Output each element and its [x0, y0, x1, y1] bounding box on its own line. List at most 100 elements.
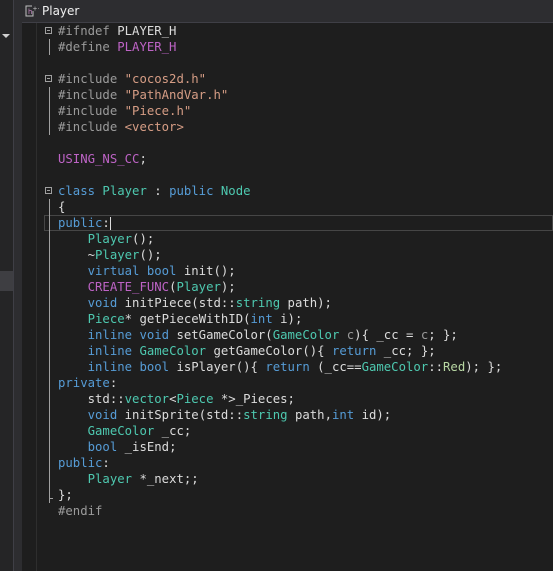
code-line[interactable]: bool _isEnd; [44, 439, 553, 455]
code-token: (); [139, 248, 162, 262]
code-line[interactable]: inline void setGameColor(GameColor c){ _… [44, 327, 553, 343]
code-token: (_cc== [317, 360, 362, 374]
code-line[interactable]: USING_NS_CC; [44, 151, 553, 167]
code-line[interactable]: private: [44, 375, 553, 391]
code-text: #include "Piece.h" [58, 103, 191, 119]
code-text: Player(); [58, 231, 155, 247]
code-text: { [58, 199, 65, 215]
code-token: *_next;; [139, 472, 199, 486]
code-token: class [58, 184, 103, 198]
code-token: }; [58, 488, 73, 502]
code-line[interactable]: Player(); [44, 231, 553, 247]
code-token: "cocos2d.h" [124, 72, 207, 86]
code-token: initSprite(std:: [124, 408, 244, 422]
fold-guide [49, 343, 50, 359]
code-text: Piece* getPieceWithID(int i); [58, 311, 303, 327]
code-line[interactable] [44, 167, 553, 183]
code-line[interactable]: #ifndef PLAYER_H [44, 23, 553, 39]
fold-guide [49, 311, 50, 327]
code-token: Piece [176, 392, 214, 406]
code-token: i); [280, 312, 303, 326]
fold-toggle-icon[interactable] [45, 187, 52, 194]
code-token: Piece [87, 312, 125, 326]
code-token: ~ [58, 248, 96, 262]
code-line[interactable]: #endif [44, 503, 553, 519]
tab-player[interactable]: h ++ Player [22, 0, 82, 22]
code-editor[interactable]: #ifndef PLAYER_H #define PLAYER_H #include… [22, 23, 553, 571]
code-token: ; }; [428, 328, 458, 342]
code-token: string [243, 408, 288, 422]
code-line[interactable]: #include "Piece.h" [44, 103, 553, 119]
code-line[interactable]: class Player : public Node [44, 183, 553, 199]
code-line[interactable]: public: [44, 215, 553, 231]
code-line[interactable]: void initSprite(std::string path,int id)… [44, 407, 553, 423]
fold-toggle-icon[interactable] [45, 75, 52, 82]
fold-guide [49, 327, 50, 343]
code-token: setGameColor( [176, 328, 273, 342]
code-line[interactable]: inline bool isPlayer(){ return (_cc==Gam… [44, 359, 553, 375]
tab-title: Player [42, 4, 80, 18]
dropdown-arrow-icon[interactable] [2, 34, 10, 38]
code-token: Player [95, 248, 140, 262]
code-token: (); [132, 232, 155, 246]
editor-gutter [22, 23, 36, 571]
code-line[interactable]: #define PLAYER_H [44, 39, 553, 55]
code-text: USING_NS_CC; [58, 151, 147, 167]
code-line[interactable]: inline GameColor getGameColor(){ return … [44, 343, 553, 359]
code-token: private [58, 376, 110, 390]
code-token: vector [124, 392, 170, 406]
code-line[interactable]: std::vector<Piece *>_Pieces; [44, 391, 553, 407]
code-line[interactable]: #include "cocos2d.h" [44, 71, 553, 87]
code-token: int [250, 312, 281, 326]
panel-splitter[interactable] [14, 0, 22, 571]
fold-guide [49, 39, 50, 55]
code-text: #ifndef PLAYER_H [58, 23, 176, 39]
code-token: "Piece.h" [124, 104, 192, 118]
code-area[interactable]: #ifndef PLAYER_H #define PLAYER_H #include… [44, 23, 553, 519]
code-line[interactable]: { [44, 199, 553, 215]
code-line[interactable] [44, 55, 553, 71]
code-text: private: [58, 375, 117, 391]
code-token: CREATE_FUNC [87, 280, 170, 294]
code-line[interactable]: ~Player(); [44, 247, 553, 263]
code-line[interactable] [44, 135, 553, 151]
code-token: Node [220, 184, 251, 198]
code-line[interactable]: GameColor _cc; [44, 423, 553, 439]
code-text: #include "PathAndVar.h" [58, 87, 228, 103]
code-token: GameColor [139, 344, 214, 358]
fold-guide [49, 279, 50, 295]
code-token: #define [58, 40, 118, 54]
code-token: Red [443, 360, 466, 374]
code-line[interactable]: CREATE_FUNC(Player); [44, 279, 553, 295]
code-line[interactable]: void initPiece(std::string path); [44, 295, 553, 311]
code-token: void [87, 408, 125, 422]
code-token: inline [87, 344, 140, 358]
code-line[interactable]: #include "PathAndVar.h" [44, 87, 553, 103]
code-token: getGameColor(){ [213, 344, 332, 358]
code-text: #include "cocos2d.h" [58, 71, 206, 87]
fold-guide [49, 295, 50, 311]
code-text: #include <vector> [58, 119, 184, 135]
code-line[interactable]: public: [44, 455, 553, 471]
code-line[interactable]: }; [44, 487, 553, 503]
code-token: "PathAndVar.h" [124, 88, 229, 102]
code-token: : [109, 376, 118, 390]
code-token: public [169, 184, 221, 198]
fold-guide [49, 231, 50, 247]
svg-text:++: ++ [33, 6, 40, 13]
code-token: isPlayer(){ [176, 360, 266, 374]
code-line[interactable]: virtual bool init(); [44, 263, 553, 279]
code-token: : [146, 184, 170, 198]
fold-guide [49, 471, 50, 487]
code-token: Player [87, 232, 133, 246]
code-line[interactable]: Player *_next;; [44, 471, 553, 487]
fold-toggle-icon[interactable] [45, 27, 52, 34]
code-line[interactable]: #include <vector> [44, 119, 553, 135]
code-token: { [58, 200, 66, 214]
code-line[interactable]: Piece* getPieceWithID(int i); [44, 311, 553, 327]
